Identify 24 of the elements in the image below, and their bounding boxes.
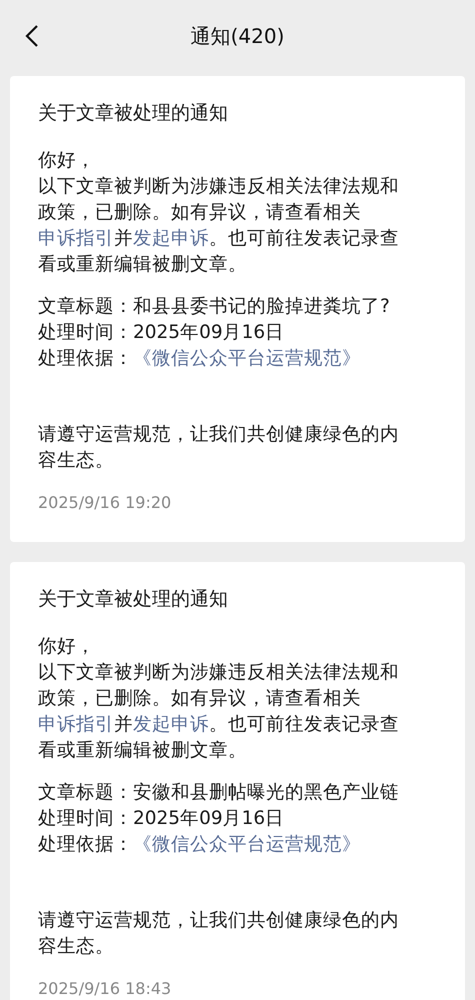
- notice-link[interactable]: 申诉指引: [38, 228, 114, 249]
- detail-line: 文章标题：安徽和县删帖曝光的黑色产业链: [38, 781, 400, 805]
- rules-link[interactable]: 《微信公众平台运营规范》: [133, 348, 361, 369]
- back-icon[interactable]: [24, 24, 40, 48]
- rules-link[interactable]: 《微信公众平台运营规范》: [133, 834, 361, 855]
- notice-link[interactable]: 发起申诉: [133, 228, 209, 249]
- notice-title: 关于文章被处理的通知: [38, 587, 229, 612]
- notice-title: 关于文章被处理的通知: [38, 101, 229, 126]
- page-title: 通知(420): [190, 22, 284, 50]
- greeting-text: 你好，: [38, 149, 96, 173]
- detail-line: 处理时间：2025年09月16日: [38, 321, 286, 345]
- closing-text: 请遵守运营规范，让我们共创健康绿色的内容生态。: [38, 423, 400, 473]
- detail-line: 处理依据：《微信公众平台运营规范》: [38, 347, 362, 371]
- detail-line: 文章标题：和县县委书记的脸掉进粪坑了?: [38, 295, 391, 319]
- notice-link[interactable]: 发起申诉: [133, 714, 209, 735]
- notice-link[interactable]: 申诉指引: [38, 714, 114, 735]
- greeting-text: 你好，: [38, 635, 96, 659]
- detail-line: 处理时间：2025年09月16日: [38, 807, 286, 831]
- notice-paragraph: 以下文章被判断为涉嫌违反相关法律法规和政策，已删除。如有异议，请查看相关 申诉指引 并发起申诉。也可前往发表记录查看或重新编辑被删文章。: [38, 661, 400, 763]
- notice-paragraph: 以下文章被判断为涉嫌违反相关法律法规和政策，已删除。如有异议，请查看相关 申诉指引 并发起申诉。也可前往发表记录查看或重新编辑被删文章。: [38, 175, 400, 277]
- notice-time: 2025/9/16 18:43: [38, 978, 172, 1000]
- notice-time: 2025/9/16 19:20: [38, 492, 172, 514]
- detail-line: 处理依据：《微信公众平台运营规范》: [38, 833, 362, 857]
- closing-text: 请遵守运营规范，让我们共创健康绿色的内容生态。: [38, 909, 400, 959]
